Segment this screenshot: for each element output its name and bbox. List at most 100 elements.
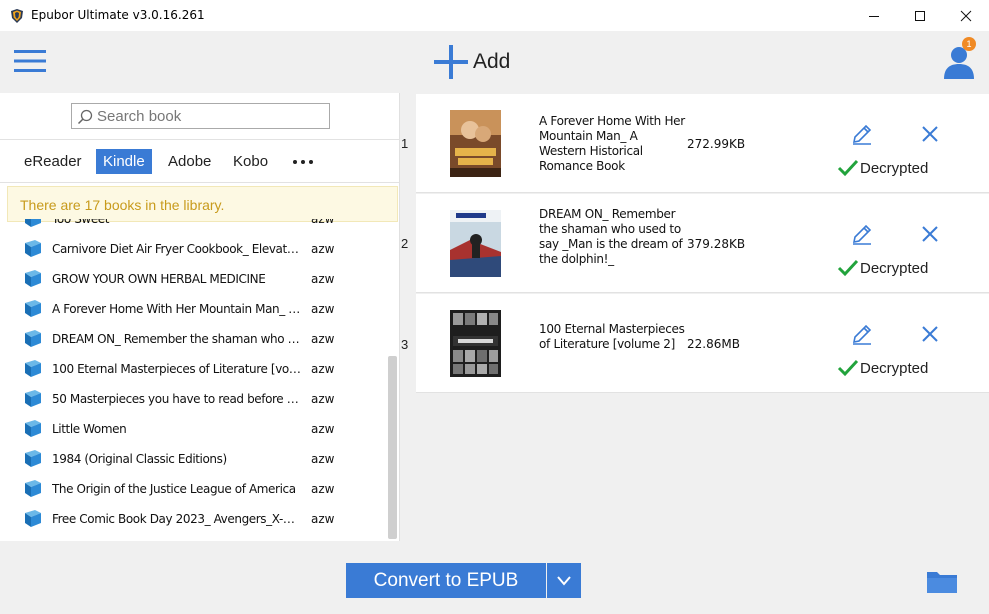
add-book-button[interactable]: Add: [433, 42, 510, 82]
book-list-item[interactable]: 1984 (Original Classic Editions) azw: [0, 444, 386, 474]
edit-icon[interactable]: [850, 122, 874, 146]
book-icon: [25, 390, 41, 407]
book-list-item[interactable]: GROW YOUR OWN HERBAL MEDICINE azw: [0, 264, 386, 294]
book-list-item[interactable]: Free Comic Book Day 2023_ Avengers_X-Men…: [0, 504, 386, 534]
status-decrypted: Decrypted: [837, 358, 928, 378]
hamburger-menu-icon[interactable]: [14, 48, 47, 74]
book-format: azw: [311, 482, 335, 496]
close-icon: [960, 10, 972, 21]
conversion-book-title: A Forever Home With Her Mountain Man_ A …: [539, 114, 685, 173]
book-list-item[interactable]: Little Women azw: [0, 414, 386, 444]
close-button[interactable]: [943, 0, 989, 31]
status-text: Decrypted: [860, 259, 929, 277]
toolbar: Add: [0, 31, 989, 93]
remove-icon[interactable]: [919, 323, 941, 345]
divider: [0, 182, 400, 183]
conversion-book-title: DREAM ON_ Remember the shaman who used t…: [539, 207, 683, 266]
search-icon: [77, 109, 93, 125]
book-format: azw: [311, 302, 335, 316]
conversion-book-size: 379.28KB: [687, 237, 746, 251]
library-count-notice: There are 17 books in the library.: [7, 186, 398, 222]
book-icon: [25, 510, 41, 527]
check-icon: [837, 259, 859, 277]
book-icon: [25, 360, 41, 377]
book-cover-image: [450, 110, 501, 177]
remove-icon[interactable]: [919, 123, 941, 145]
book-format: azw: [311, 332, 335, 346]
edit-icon[interactable]: [850, 222, 874, 246]
book-cover-image: [450, 210, 501, 277]
book-icon: [25, 450, 41, 467]
minimize-button[interactable]: [851, 0, 897, 31]
conversion-book-size: 272.99KB: [687, 137, 746, 151]
library-panel: eReader Kindle Adobe Kobo There are 17 b…: [0, 93, 400, 541]
book-icon: [25, 300, 41, 317]
app-logo-icon: [11, 9, 23, 23]
book-format: azw: [311, 512, 335, 526]
minimize-icon: [869, 15, 879, 17]
more-icon[interactable]: [292, 149, 316, 174]
book-list-item[interactable]: DREAM ON_ Remember the shaman who used t…: [0, 324, 386, 354]
book-format: azw: [311, 452, 335, 466]
status-text: Decrypted: [860, 159, 929, 177]
status-decrypted: Decrypted: [837, 258, 928, 278]
notification-badge: 1: [962, 37, 976, 51]
book-list-item[interactable]: 50 Masterpieces you have to read before …: [0, 384, 386, 414]
app-window: Epubor Ultimate v3.0.16.261 Add 1 Search…: [0, 0, 989, 614]
book-title: Little Women: [52, 422, 127, 436]
book-format: azw: [311, 272, 335, 286]
book-title: A Forever Home With Her Mountain Man_ A …: [52, 302, 302, 316]
edit-icon[interactable]: [850, 322, 874, 346]
book-title: 100 Eternal Masterpieces of Literature […: [52, 362, 302, 376]
conversion-book-title: 100 Eternal Masterpieces of Literature […: [539, 322, 685, 351]
conversion-item: DREAM ON_ Remember the shaman who used t…: [416, 194, 989, 293]
conversion-list: A Forever Home With Her Mountain Man_ A …: [416, 93, 989, 541]
plus-icon: [434, 45, 468, 79]
convert-button[interactable]: Convert to EPUB: [346, 563, 546, 598]
book-cover-image: [450, 310, 501, 377]
book-title: The Origin of the Justice League of Amer…: [52, 482, 296, 496]
output-format-dropdown[interactable]: [547, 563, 581, 598]
book-list-item[interactable]: Too Sweet azw: [0, 219, 386, 234]
book-title: 1984 (Original Classic Editions): [52, 452, 227, 466]
book-title: Too Sweet: [52, 219, 110, 226]
book-title: DREAM ON_ Remember the shaman who used t…: [52, 332, 302, 346]
book-format: azw: [311, 422, 335, 436]
book-format: azw: [311, 392, 335, 406]
chevron-down-icon: [557, 575, 571, 586]
source-tabs: eReader Kindle Adobe Kobo: [0, 149, 400, 175]
tab-ereader[interactable]: eReader: [17, 149, 89, 174]
tab-kindle[interactable]: Kindle: [96, 149, 152, 174]
window-title: Epubor Ultimate v3.0.16.261: [31, 8, 205, 22]
tab-kobo[interactable]: Kobo: [226, 149, 275, 174]
book-list-item[interactable]: 100 Eternal Masterpieces of Literature […: [0, 354, 386, 384]
search-box: [71, 103, 330, 129]
book-icon: [25, 330, 41, 347]
tab-adobe[interactable]: Adobe: [161, 149, 218, 174]
library-scrollbar[interactable]: [388, 356, 397, 539]
status-text: Decrypted: [860, 359, 929, 377]
book-list-item[interactable]: Carnivore Diet Air Fryer Cookbook_ Eleva…: [0, 234, 386, 264]
maximize-button[interactable]: [897, 0, 943, 31]
check-icon: [837, 359, 859, 377]
folder-icon[interactable]: [926, 568, 958, 594]
book-icon: [25, 219, 41, 227]
book-list-item[interactable]: The Origin of the Justice League of Amer…: [0, 474, 386, 504]
book-format: azw: [311, 219, 335, 226]
book-title: Free Comic Book Day 2023_ Avengers_X-Men: [52, 512, 302, 526]
conversion-item: A Forever Home With Her Mountain Man_ A …: [416, 94, 989, 193]
search-input[interactable]: [97, 106, 325, 126]
book-list-item[interactable]: A Forever Home With Her Mountain Man_ A …: [0, 294, 386, 324]
book-title: GROW YOUR OWN HERBAL MEDICINE: [52, 272, 266, 286]
book-format: azw: [311, 362, 335, 376]
book-icon: [25, 420, 41, 437]
row-index: 3: [401, 337, 409, 352]
book-icon: [25, 270, 41, 287]
remove-icon[interactable]: [919, 223, 941, 245]
conversion-book-size: 22.86MB: [687, 337, 740, 351]
add-label: Add: [473, 50, 511, 73]
conversion-item: 100 Eternal Masterpieces of Literature […: [416, 294, 989, 393]
book-title: Carnivore Diet Air Fryer Cookbook_ Eleva…: [52, 242, 302, 256]
status-decrypted: Decrypted: [837, 158, 928, 178]
check-icon: [837, 159, 859, 177]
